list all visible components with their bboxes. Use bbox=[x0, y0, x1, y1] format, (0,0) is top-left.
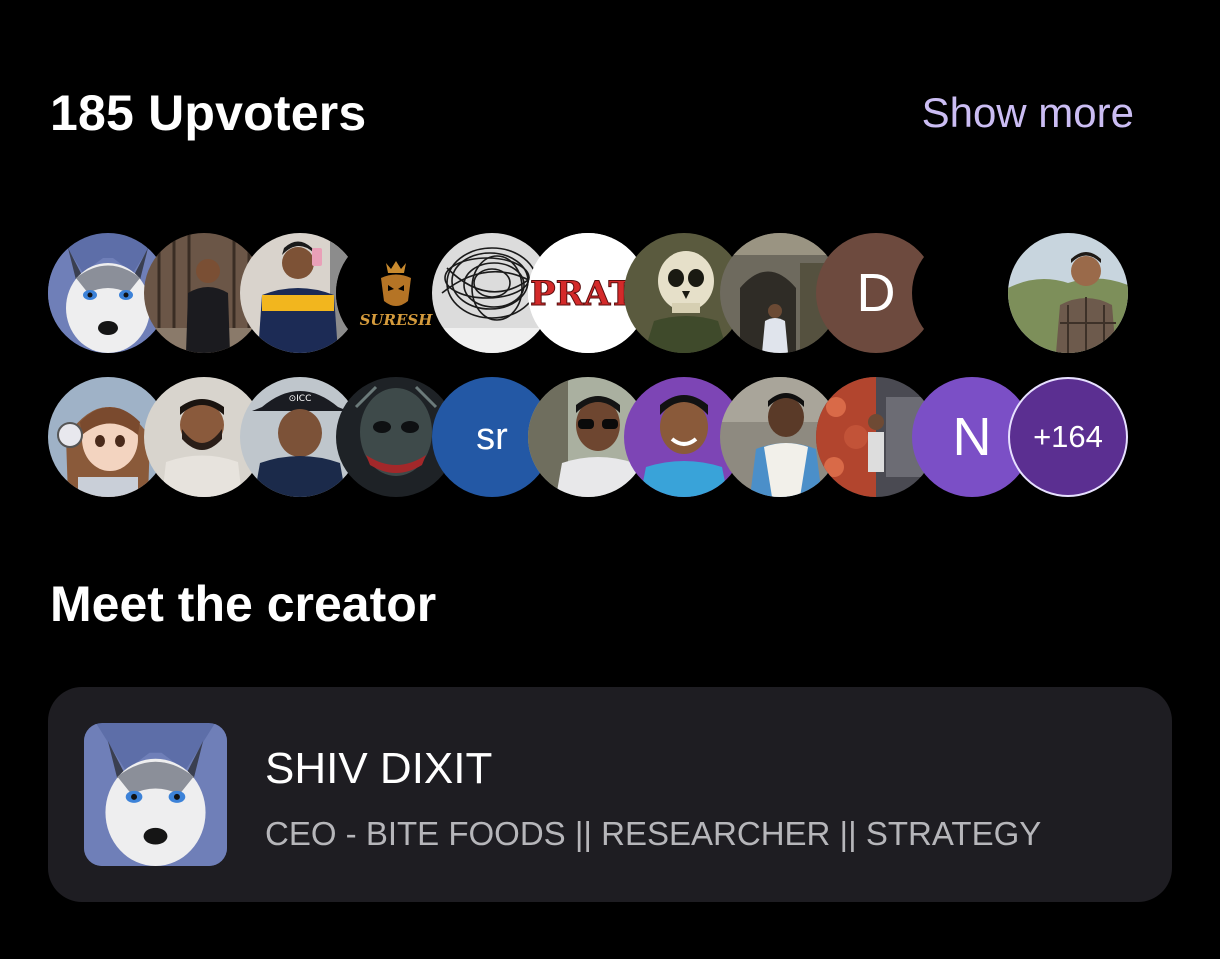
man-plaid-shirt-outdoor-avatar bbox=[1008, 233, 1128, 353]
upvoters-avatar-row-1: SURESH PRATI D bbox=[48, 233, 1138, 353]
creator-name: SHIV DIXIT bbox=[265, 744, 493, 793]
avatar-letter: D bbox=[856, 263, 896, 323]
creator-role: CEO - BITE FOODS || RESEARCHER || STRATE… bbox=[265, 815, 1042, 852]
upvoters-count-heading: 185 Upvoters bbox=[50, 85, 367, 141]
upvoter-avatar-11[interactable] bbox=[1008, 233, 1128, 353]
husky-dog-avatar bbox=[84, 723, 227, 866]
creator-card[interactable]: SHIV DIXIT CEO - BITE FOODS || RESEARCHE… bbox=[48, 687, 1172, 902]
meet-the-creator-heading: Meet the creator bbox=[50, 576, 437, 632]
more-upvoters-count: +164 bbox=[1033, 419, 1103, 454]
svg-text:SURESH: SURESH bbox=[360, 311, 434, 329]
avatar-letter: sr bbox=[476, 415, 508, 458]
show-more-link[interactable]: Show more bbox=[922, 92, 1134, 134]
svg-text:⊙ICC: ⊙ICC bbox=[289, 394, 312, 404]
upvoters-avatar-row-2: ⊙ICC sr N +164 bbox=[48, 377, 1138, 497]
avatar-letter: N bbox=[952, 407, 992, 467]
more-upvoters-badge[interactable]: +164 bbox=[1008, 377, 1128, 497]
creator-avatar[interactable] bbox=[84, 723, 227, 866]
